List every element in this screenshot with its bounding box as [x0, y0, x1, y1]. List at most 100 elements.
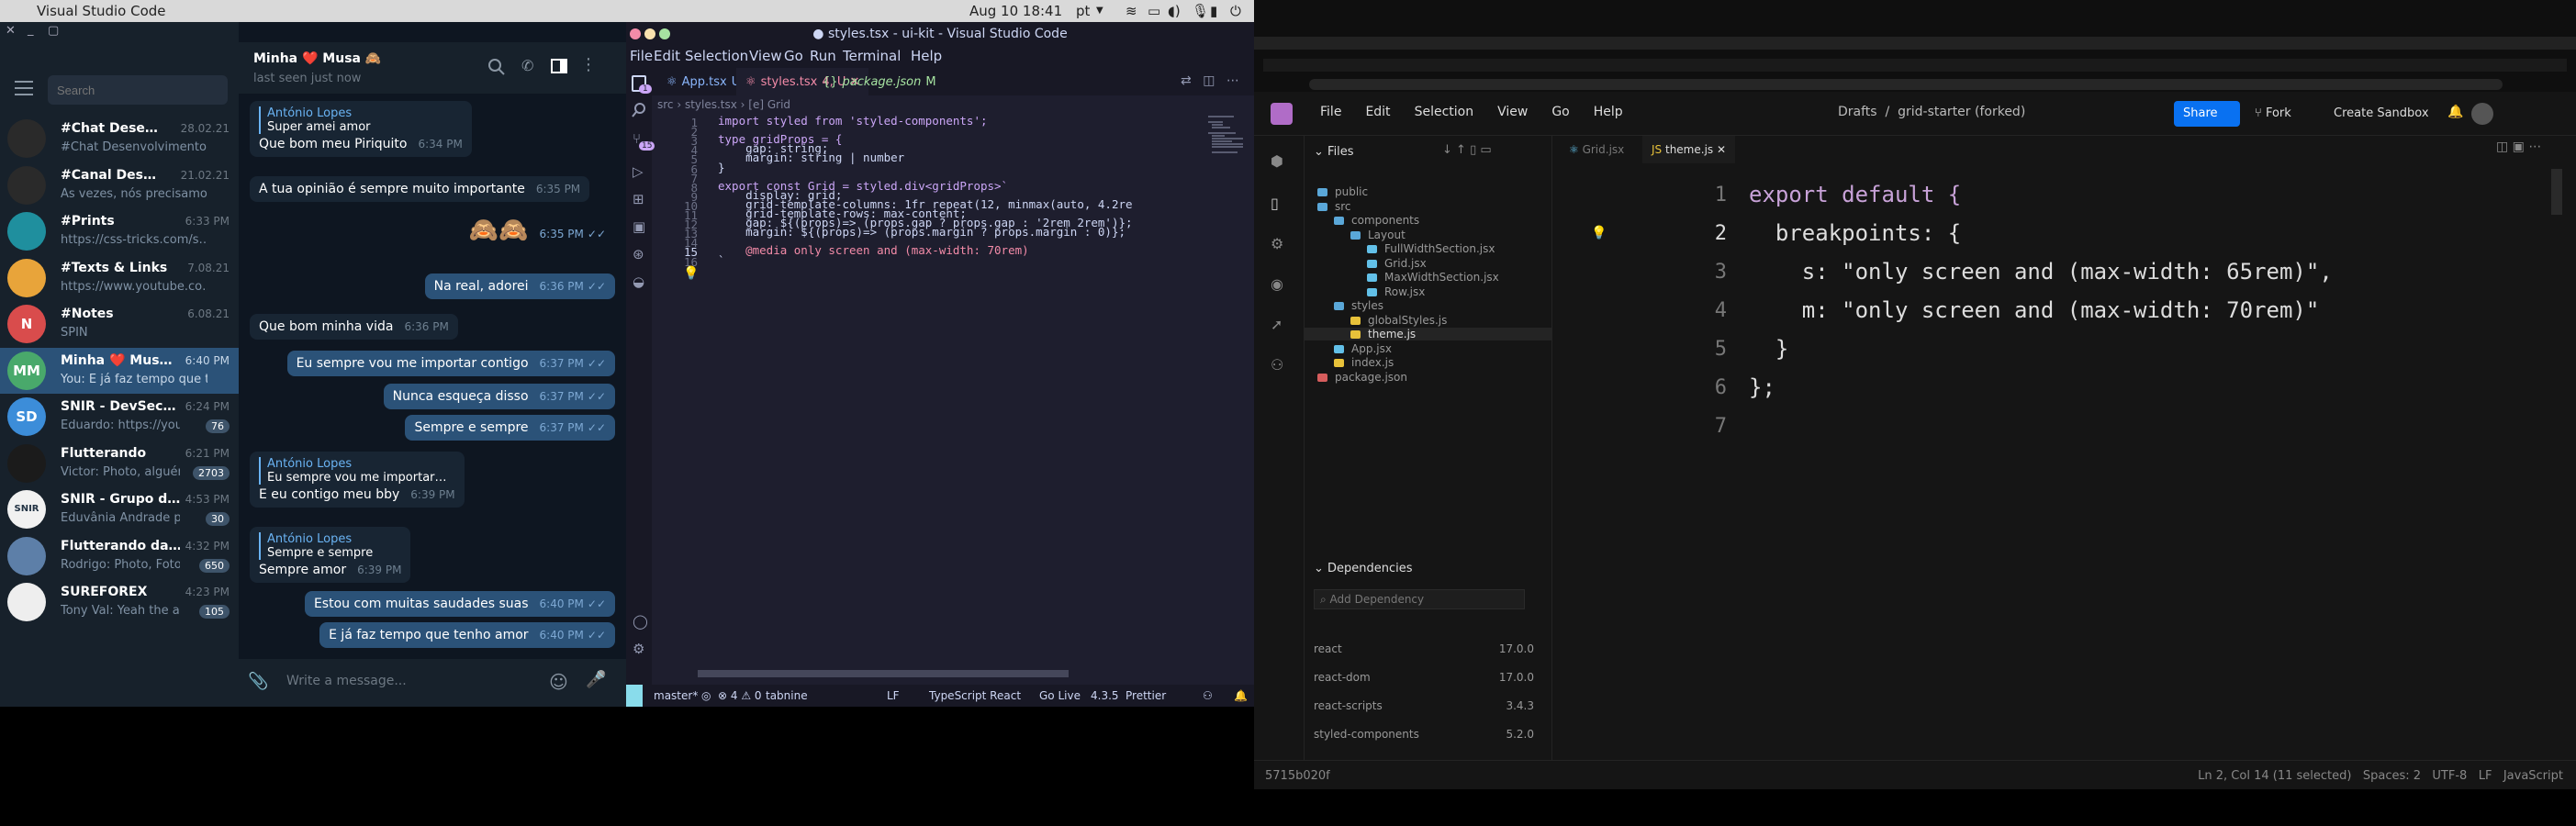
- menu-item-view[interactable]: View: [749, 48, 782, 64]
- sandbox-breadcrumb[interactable]: Drafts / grid-starter (forked): [1838, 105, 2025, 119]
- menu-item-selection[interactable]: Selection: [685, 48, 748, 64]
- dependency-item[interactable]: react 17.0.0: [1314, 642, 1534, 655]
- search-icon[interactable]: [632, 103, 646, 117]
- profile-avatar[interactable]: [2471, 103, 2493, 125]
- address-bar[interactable]: [1309, 79, 2503, 90]
- home-icon[interactable]: ⬢: [1271, 152, 1283, 170]
- codesandbox-logo[interactable]: [1271, 103, 1293, 125]
- feedback-icon[interactable]: ⚇: [1203, 689, 1213, 702]
- minimize-icon[interactable]: _: [28, 23, 34, 37]
- run-debug-icon[interactable]: ▷: [633, 163, 644, 180]
- phone-icon[interactable]: ✆: [521, 57, 533, 74]
- menu-item-go[interactable]: Go: [784, 48, 803, 64]
- dependency-item[interactable]: react-dom 17.0.0: [1314, 671, 1534, 684]
- file-item[interactable]: package.json: [1317, 371, 1407, 384]
- go-live-button[interactable]: Go Live: [1039, 689, 1081, 702]
- attach-icon[interactable]: 📎: [248, 672, 268, 691]
- wifi-icon[interactable]: ≋: [1126, 3, 1137, 19]
- folder-item[interactable]: styles: [1334, 299, 1383, 312]
- remote-indicator[interactable]: [626, 685, 643, 707]
- close-icon[interactable]: ✕: [6, 24, 16, 38]
- file-item[interactable]: Row.jsx: [1367, 285, 1425, 298]
- folder-item[interactable]: Layout: [1350, 229, 1406, 241]
- folder-item[interactable]: src: [1317, 200, 1351, 213]
- chat-list-item[interactable]: #Prints 6:33 PM https://css-tricks.com/s…: [0, 208, 239, 254]
- notifications-icon[interactable]: 🔔: [1234, 689, 1248, 702]
- minimap[interactable]: [1206, 114, 1243, 169]
- horizontal-scrollbar[interactable]: [698, 670, 1069, 677]
- settings-icon[interactable]: ⚙: [1271, 235, 1283, 252]
- sidebar-toggle-icon[interactable]: [551, 59, 567, 73]
- chat-list-item[interactable]: SD SNIR - DevSec… 6:24 PM Eduardo: https://…: [0, 394, 239, 440]
- chat-list-item[interactable]: #Canal Des… 21.02.21 Às vezes, nós precisa…: [0, 162, 239, 208]
- editor-tab[interactable]: JS theme.js ✕: [1642, 136, 1736, 163]
- file-item[interactable]: App.jsx: [1334, 342, 1392, 355]
- contact-name[interactable]: Minha ❤️ Musa 🙈: [253, 51, 381, 66]
- menu-item-view[interactable]: View: [1497, 105, 1528, 119]
- account-icon[interactable]: ◯: [633, 613, 648, 630]
- reply-quote[interactable]: António Lopes Sempre e sempre: [259, 532, 401, 560]
- remote-explorer-icon[interactable]: ▣: [633, 218, 645, 235]
- new-file-icon[interactable]: ▯: [1470, 143, 1476, 157]
- menu-item-help[interactable]: Help: [1594, 105, 1623, 119]
- menu-item-help[interactable]: Help: [911, 48, 942, 64]
- prettier-status[interactable]: Prettier: [1126, 689, 1166, 702]
- file-item[interactable]: theme.js: [1305, 328, 1552, 340]
- github-icon[interactable]: ◉: [1271, 275, 1283, 293]
- language-mode[interactable]: TypeScript React: [929, 689, 1021, 702]
- hamburger-menu-icon[interactable]: [15, 81, 33, 95]
- display-icon[interactable]: ▭: [1148, 3, 1160, 19]
- message-bubble[interactable]: Sempre e sempre 6:37 PM ✓✓: [405, 415, 615, 441]
- file-item[interactable]: Grid.jsx: [1367, 257, 1427, 270]
- extensions-icon[interactable]: ⊞: [633, 191, 644, 207]
- folder-item[interactable]: public: [1317, 185, 1368, 198]
- menu-item-terminal[interactable]: Terminal: [843, 48, 901, 64]
- share-button[interactable]: Share: [2174, 101, 2240, 127]
- chat-list-item[interactable]: Flutterando 6:21 PM Victor: Photo, alguém……: [0, 441, 239, 486]
- menu-item-run[interactable]: Run: [810, 48, 836, 64]
- folder-item[interactable]: components: [1334, 214, 1419, 227]
- message-input[interactable]: Write a message...: [286, 674, 407, 688]
- sort-up-icon[interactable]: ↑: [1456, 143, 1466, 157]
- more-actions-icon[interactable]: ⋯: [1226, 73, 1239, 88]
- breadcrumb[interactable]: src › styles.tsx › [e] Grid: [652, 95, 1254, 114]
- split-editor-icon[interactable]: ◫: [1203, 73, 1215, 88]
- message-bubble[interactable]: Que bom minha vida 6:36 PM: [250, 314, 458, 340]
- chat-list-item[interactable]: Flutterando da… 4:32 PM Rodrigo: Photo, Fo…: [0, 533, 239, 579]
- menu-item-go[interactable]: Go: [1551, 105, 1569, 119]
- notifications-icon[interactable]: 🔔: [2447, 105, 2463, 119]
- microphone-icon[interactable]: 🎤: [586, 670, 606, 689]
- dependency-item[interactable]: react-scripts 3.4.3: [1314, 699, 1534, 712]
- tab-package-json[interactable]: {} package.json M: [813, 68, 946, 95]
- power-icon[interactable]: ⏻: [1230, 3, 1241, 19]
- volume-icon[interactable]: ◖): [1168, 3, 1181, 19]
- create-sandbox-button[interactable]: Create Sandbox: [2334, 106, 2429, 120]
- code-editor[interactable]: 1 import styled from 'styled-components';…: [652, 114, 1239, 664]
- ts-version[interactable]: 4.3.5: [1091, 689, 1119, 702]
- search-icon[interactable]: [488, 59, 505, 75]
- menu-item-file[interactable]: File: [630, 48, 653, 64]
- maximize-icon[interactable]: ▢: [48, 24, 59, 38]
- tabnine-status[interactable]: tabnine: [766, 689, 808, 702]
- message-bubble[interactable]: António Lopes Sempre e sempre Sempre amor 6…: [250, 527, 411, 583]
- compare-icon[interactable]: ⇄: [1181, 73, 1192, 88]
- menu-item-edit[interactable]: Edit: [654, 48, 680, 64]
- settings-gear-icon[interactable]: ⚙: [633, 641, 644, 657]
- file-item[interactable]: globalStyles.js: [1350, 314, 1447, 327]
- battery-icon[interactable]: ▮: [1210, 3, 1217, 19]
- language-indicator[interactable]: pt: [1076, 3, 1090, 19]
- lightbulb-icon[interactable]: 💡: [683, 266, 699, 281]
- chat-list-item[interactable]: N #Notes 6.08.21 SPIN: [0, 301, 239, 347]
- chat-list-item[interactable]: SNIR SNIR - Grupo d… 4:53 PM Eduvânia Andra…: [0, 486, 239, 532]
- menu-item-selection[interactable]: Selection: [1415, 105, 1474, 119]
- reply-quote[interactable]: António Lopes Eu sempre vou me importar…: [259, 457, 455, 485]
- search-input[interactable]: [48, 75, 228, 105]
- editor-tab[interactable]: ⚛ Grid.jsx: [1560, 136, 1633, 163]
- clock[interactable]: Aug 10 18:41: [969, 3, 1062, 19]
- menu-item-file[interactable]: File: [1320, 105, 1341, 119]
- sync-icon[interactable]: ◎: [701, 689, 711, 702]
- mic-icon[interactable]: 🎙: [1192, 3, 1209, 19]
- message-bubble[interactable]: Estou com muitas saudades suas 6:40 PM ✓✓: [304, 591, 615, 617]
- chat-list-item[interactable]: #Chat Dese… 28.02.21 #Chat Desenvolvimento…: [0, 116, 239, 162]
- menu-item-edit[interactable]: Edit: [1365, 105, 1390, 119]
